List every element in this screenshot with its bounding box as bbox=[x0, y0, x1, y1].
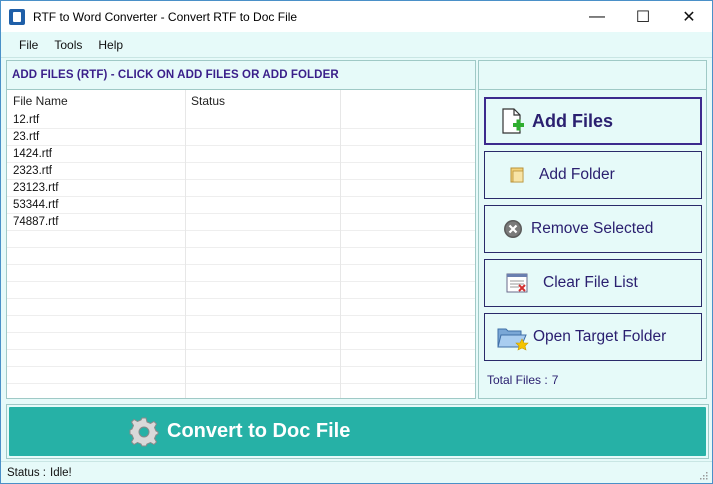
empty-row bbox=[7, 231, 475, 248]
menu-bar: File Tools Help bbox=[1, 32, 712, 58]
convert-label: Convert to Doc File bbox=[167, 420, 351, 442]
file-list-panel: ADD FILES (RTF) - CLICK ON ADD FILES OR … bbox=[6, 60, 476, 399]
total-files-label: Total Files : bbox=[487, 373, 548, 387]
empty-row bbox=[7, 248, 475, 265]
file-name-cell: 2323.rtf bbox=[13, 165, 52, 177]
file-name-cell: 23123.rtf bbox=[13, 182, 59, 194]
app-window: RTF to Word Converter - Convert RTF to D… bbox=[0, 0, 713, 484]
remove-circle-icon bbox=[501, 215, 529, 243]
remove-selected-label: Remove Selected bbox=[531, 220, 654, 237]
empty-row bbox=[7, 265, 475, 282]
empty-row bbox=[7, 333, 475, 350]
column-header-empty bbox=[340, 108, 475, 112]
file-status-cell bbox=[185, 112, 340, 128]
file-list-grid[interactable]: File Name Status 12.rtf 23.rtf 1424.rtf … bbox=[7, 90, 475, 398]
table-row[interactable]: 12.rtf bbox=[7, 112, 475, 129]
file-status-cell bbox=[185, 146, 340, 162]
convert-bar: Convert to Doc File bbox=[6, 404, 709, 459]
file-list-header: ADD FILES (RTF) - CLICK ON ADD FILES OR … bbox=[7, 61, 475, 90]
file-status-cell bbox=[185, 214, 340, 230]
convert-button[interactable]: Convert to Doc File bbox=[9, 407, 706, 456]
document-plus-icon bbox=[498, 107, 526, 135]
clear-list-icon bbox=[505, 269, 533, 297]
table-row[interactable]: 53344.rtf bbox=[7, 197, 475, 214]
status-label: Status : bbox=[7, 466, 46, 479]
action-panel: Add Files Add Folder Remove Selected Cle… bbox=[478, 60, 707, 399]
clear-file-list-label: Clear File List bbox=[543, 274, 638, 291]
menu-file[interactable]: File bbox=[11, 38, 46, 52]
empty-row bbox=[7, 384, 475, 398]
menu-tools[interactable]: Tools bbox=[46, 38, 90, 52]
total-files: Total Files :7 bbox=[487, 373, 562, 387]
window-controls: — ☐ ✕ bbox=[574, 1, 712, 32]
column-header-file-name[interactable]: File Name bbox=[7, 94, 185, 112]
add-files-label: Add Files bbox=[532, 110, 614, 131]
window-title: RTF to Word Converter - Convert RTF to D… bbox=[33, 9, 298, 24]
file-status-cell bbox=[185, 163, 340, 179]
resize-grip-icon[interactable] bbox=[698, 470, 708, 480]
table-row[interactable]: 2323.rtf bbox=[7, 163, 475, 180]
file-name-cell: 12.rtf bbox=[13, 114, 40, 126]
file-name-cell: 23.rtf bbox=[13, 131, 40, 143]
add-folder-label: Add Folder bbox=[539, 166, 615, 183]
file-status-cell bbox=[185, 129, 340, 145]
column-divider bbox=[185, 90, 186, 398]
empty-row bbox=[7, 299, 475, 316]
empty-row bbox=[7, 316, 475, 333]
clear-file-list-button[interactable]: Clear File List bbox=[484, 259, 702, 307]
status-value: Idle! bbox=[50, 466, 72, 479]
action-panel-header bbox=[479, 61, 706, 90]
file-name-cell: 1424.rtf bbox=[13, 148, 52, 160]
file-status-cell bbox=[185, 197, 340, 213]
total-files-count: 7 bbox=[551, 373, 559, 387]
folder-icon bbox=[505, 161, 533, 189]
gear-icon bbox=[129, 417, 159, 447]
column-header-status[interactable]: Status bbox=[185, 94, 340, 112]
empty-row bbox=[7, 350, 475, 367]
file-name-cell: 74887.rtf bbox=[13, 216, 59, 228]
table-row[interactable]: 74887.rtf bbox=[7, 214, 475, 231]
close-button[interactable]: ✕ bbox=[666, 1, 712, 32]
open-target-folder-button[interactable]: Open Target Folder bbox=[484, 313, 702, 361]
open-target-folder-label: Open Target Folder bbox=[533, 328, 667, 345]
maximize-button[interactable]: ☐ bbox=[620, 1, 666, 32]
empty-row bbox=[7, 367, 475, 384]
remove-selected-button[interactable]: Remove Selected bbox=[484, 205, 702, 253]
minimize-button[interactable]: — bbox=[574, 1, 620, 32]
table-row[interactable]: 1424.rtf bbox=[7, 146, 475, 163]
app-icon bbox=[9, 8, 25, 25]
grid-header: File Name Status bbox=[7, 90, 475, 112]
column-divider bbox=[340, 90, 341, 398]
add-folder-button[interactable]: Add Folder bbox=[484, 151, 702, 199]
empty-row bbox=[7, 282, 475, 299]
status-bar: Status : Idle! bbox=[1, 461, 712, 483]
file-name-cell: 53344.rtf bbox=[13, 199, 59, 211]
table-row[interactable]: 23123.rtf bbox=[7, 180, 475, 197]
open-folder-icon bbox=[495, 321, 529, 353]
file-status-cell bbox=[185, 180, 340, 196]
main-area: ADD FILES (RTF) - CLICK ON ADD FILES OR … bbox=[6, 60, 707, 400]
title-bar: RTF to Word Converter - Convert RTF to D… bbox=[1, 1, 712, 32]
menu-help[interactable]: Help bbox=[90, 38, 131, 52]
table-row[interactable]: 23.rtf bbox=[7, 129, 475, 146]
add-files-button[interactable]: Add Files bbox=[484, 97, 702, 145]
